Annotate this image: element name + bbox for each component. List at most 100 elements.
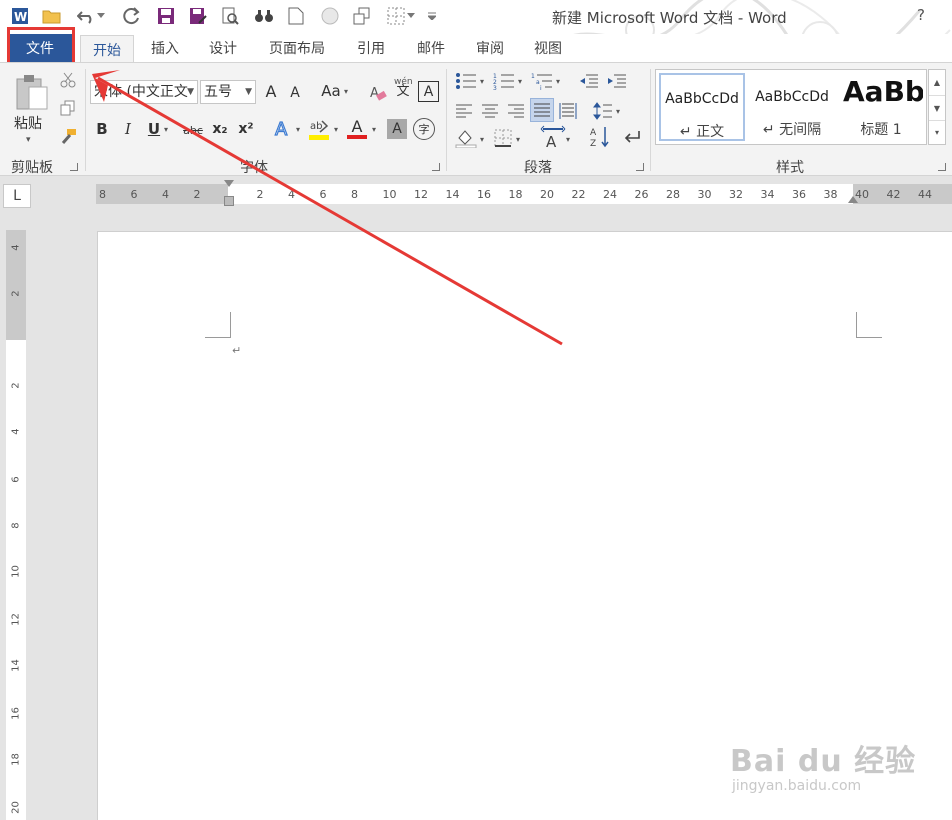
italic-button[interactable]: I [120,119,136,139]
enclose-characters-icon[interactable]: 字 [413,118,435,140]
font-name-combo[interactable]: 宋体 (中文正文 ▼ [90,80,198,104]
new-document-icon[interactable] [286,6,306,26]
font-size-combo[interactable]: 五号 ▼ [200,80,256,104]
strikethrough-button[interactable]: abc [180,121,206,139]
tab-view[interactable]: 视图 [527,34,569,62]
clipboard-dialog-launcher[interactable] [70,163,78,171]
shrink-font-icon[interactable]: A [286,83,304,103]
tab-home[interactable]: 开始 [80,35,134,63]
paragraph-dialog-launcher[interactable] [636,163,644,171]
tab-page-layout[interactable]: 页面布局 [262,34,332,62]
chinese-layout-icon[interactable]: A [540,125,566,149]
character-shading-icon[interactable]: A [387,119,407,139]
bullets-dropdown-icon[interactable]: ▾ [480,77,484,86]
show-formatting-marks-icon[interactable] [622,127,642,147]
ruler-tick-label: 16 [477,188,491,201]
document-page[interactable] [97,231,952,820]
word-app-icon[interactable]: W [10,6,30,26]
undo-dropdown-icon[interactable] [96,6,106,26]
underline-dropdown-icon[interactable]: ▾ [164,125,168,134]
align-center-icon[interactable] [480,101,500,121]
ribbon-tab-strip: 文件 开始 插入 设计 页面布局 引用 邮件 审阅 视图 [0,34,952,63]
font-color-dropdown-icon[interactable]: ▾ [372,125,376,134]
tab-mailings[interactable]: 邮件 [410,34,452,62]
bullets-icon[interactable] [454,71,478,91]
subscript-button[interactable]: x₂ [210,119,230,139]
left-indent-marker[interactable] [224,196,234,206]
line-spacing-dropdown-icon[interactable]: ▾ [616,107,620,116]
text-effects-icon[interactable]: A [272,117,294,139]
superscript-button[interactable]: x² [236,119,256,139]
print-preview-icon[interactable] [220,6,240,26]
decrease-indent-icon[interactable] [578,71,600,91]
save-icon[interactable] [156,6,176,26]
borders-dropdown-icon[interactable]: ▾ [516,135,520,144]
style-heading-1[interactable]: AaBb 标题 1 [839,73,923,141]
redo-icon[interactable] [122,6,142,26]
customize-toolbar-icon[interactable] [426,6,438,26]
line-spacing-icon[interactable] [592,101,614,121]
styles-scroll-down-icon[interactable]: ▼ [929,95,945,120]
increase-indent-icon[interactable] [606,71,628,91]
grow-font-icon[interactable]: A [262,81,280,101]
right-indent-marker[interactable] [848,196,858,203]
align-right-icon[interactable] [506,101,526,121]
font-color-button[interactable]: A [346,117,368,141]
tab-design[interactable]: 设计 [202,34,244,62]
ruler-tick-label: 4 [162,188,169,201]
phonetic-guide-icon[interactable]: wén 文 [394,77,413,98]
help-icon[interactable]: ? [917,6,925,24]
shading-dropdown-icon[interactable]: ▾ [480,135,484,144]
svg-text:A: A [275,119,288,138]
style-normal[interactable]: AaBbCcDd ↵ 正文 [659,73,745,141]
vertical-ruler[interactable]: 4 2 2 4 6 8 10 12 14 16 18 20 [6,230,26,820]
style-no-spacing[interactable]: AaBbCcDd ↵ 无间隔 [749,73,835,141]
sort-icon[interactable]: AZ [590,125,610,149]
justify-icon[interactable] [530,98,554,122]
format-painter-icon[interactable] [58,127,78,145]
highlight-dropdown-icon[interactable]: ▾ [334,125,338,134]
font-name-dropdown-icon[interactable]: ▼ [187,81,194,103]
change-case-dropdown-icon[interactable]: ▾ [344,87,348,96]
bold-button[interactable]: B [94,119,110,139]
circle-shape-icon[interactable] [320,6,340,26]
copy-format-icon[interactable] [352,6,372,26]
paste-dropdown-icon[interactable]: ▾ [26,135,31,145]
numbering-icon[interactable]: 123 [492,71,516,91]
multilevel-dropdown-icon[interactable]: ▾ [556,77,560,86]
highlight-color-icon[interactable]: ab [308,117,330,141]
change-case-icon[interactable]: Aa [320,81,342,101]
find-binoculars-icon[interactable] [254,6,274,26]
paste-icon[interactable] [14,73,50,113]
shading-icon[interactable] [454,127,478,149]
borders-icon[interactable] [492,127,514,149]
text-effects-dropdown-icon[interactable]: ▾ [296,125,300,134]
tab-insert[interactable]: 插入 [144,34,186,62]
underline-button[interactable]: U [146,119,162,139]
tab-selector-button[interactable]: L [3,184,31,208]
numbering-dropdown-icon[interactable]: ▾ [518,77,522,86]
horizontal-ruler[interactable]: 8 6 4 2 2 4 6 8 10 12 14 16 18 20 22 24 26 28 30 32 34 36 38 40… [96,180,952,206]
chinese-layout-dropdown-icon[interactable]: ▾ [566,135,570,144]
clear-formatting-icon[interactable]: A [368,83,388,103]
paste-button-label[interactable]: 粘贴 [14,113,42,133]
first-line-indent-marker[interactable] [224,180,234,187]
styles-scroll-up-icon[interactable]: ▲ [929,70,945,95]
copy-icon[interactable] [58,99,78,117]
font-dialog-launcher[interactable] [432,163,440,171]
open-folder-icon[interactable] [42,6,62,26]
multilevel-list-icon[interactable]: 1ai [530,71,554,91]
table-grid-icon[interactable] [386,6,406,26]
tab-review[interactable]: 审阅 [469,34,511,62]
save-as-icon[interactable] [188,6,208,26]
distributed-align-icon[interactable] [558,101,578,121]
undo-icon[interactable] [76,6,96,26]
character-border-icon[interactable]: A [418,81,439,102]
cut-scissors-icon[interactable] [58,71,78,89]
styles-more-icon[interactable]: ▾ [929,120,945,144]
styles-dialog-launcher[interactable] [938,163,946,171]
align-left-icon[interactable] [454,101,474,121]
font-size-dropdown-icon[interactable]: ▼ [245,81,252,103]
table-dropdown-icon[interactable] [406,6,416,26]
tab-references[interactable]: 引用 [350,34,392,62]
